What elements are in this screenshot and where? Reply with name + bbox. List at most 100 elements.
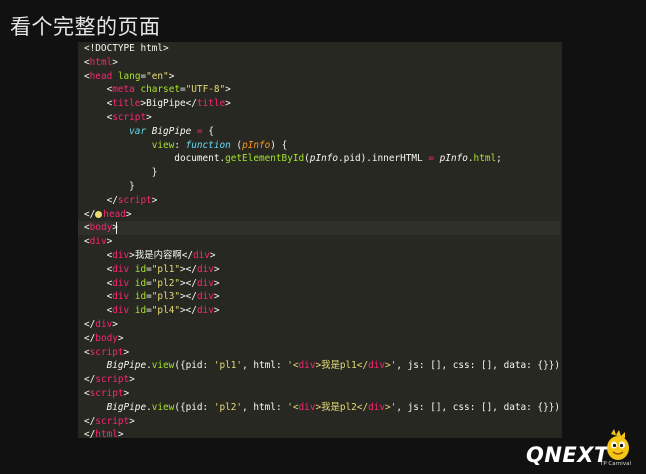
code-token: div [196, 305, 214, 317]
code-line[interactable]: view: function (pInfo) { [78, 139, 560, 153]
code-line[interactable]: <title>BigPipe</title> [78, 97, 560, 111]
code-line[interactable]: BigPipe.view({pid: 'pl2', html: '<div>我是… [78, 401, 560, 415]
code-line[interactable]: <html> [78, 56, 560, 70]
code-line[interactable]: </div> [78, 318, 560, 332]
code-token: BigPipe [106, 401, 147, 413]
code-token: > [117, 332, 124, 344]
code-token: > [225, 98, 231, 110]
code-token: < [84, 305, 113, 317]
code-line[interactable]: </ head> [78, 208, 560, 222]
code-token: "en" [146, 70, 169, 82]
code-token: div [192, 249, 210, 261]
code-token: id [134, 305, 147, 317]
code-line[interactable]: <div id="pl2"></div> [78, 277, 560, 291]
code-line[interactable]: document.getElementById(pInfo.pid).inner… [78, 152, 560, 166]
code-token: , html: [242, 360, 288, 372]
code-line[interactable]: <div>我是内容啊</div> [78, 249, 560, 263]
code-token: ( [230, 139, 243, 151]
code-token: html [95, 429, 118, 438]
code-token: > [213, 291, 220, 303]
code-line[interactable]: <div> [78, 235, 560, 249]
code-token: div [196, 263, 214, 275]
code-token: head [89, 70, 113, 82]
code-line[interactable]: </script> [78, 194, 560, 208]
code-token: div [112, 249, 130, 261]
code-token: </ [84, 318, 96, 330]
code-token: > [225, 84, 231, 96]
code-token: , js: [], css: [], data: {}}) [396, 360, 561, 372]
code-token: > [213, 263, 220, 275]
code-token: } [84, 180, 135, 192]
mascot-logo-icon [607, 429, 629, 460]
code-token: div [95, 318, 113, 330]
code-token: div [112, 291, 130, 303]
code-line[interactable]: <script> [78, 387, 560, 401]
code-token: document. [84, 153, 226, 165]
code-token: </ [84, 208, 96, 220]
code-token: "UTF-8" [185, 84, 226, 96]
code-line[interactable]: BigPipe.view({pid: 'pl1', html: '<div>我是… [78, 359, 560, 373]
code-line[interactable]: <head lang="en"> [78, 70, 560, 84]
code-line[interactable]: <!DOCTYPE html> [78, 42, 560, 56]
code-token: >我是内容啊</ [129, 249, 193, 261]
code-editor[interactable]: <!DOCTYPE html> <html> <head lang="en"> <m… [78, 42, 562, 438]
code-token: ></ [180, 277, 197, 289]
code-token: >我是pl1</ [315, 360, 369, 372]
code-token: BigPipe [106, 360, 147, 372]
code-token: </ [84, 194, 118, 206]
code-line[interactable]: <script> [78, 111, 560, 125]
code-token: view [151, 360, 175, 372]
code-token: title [112, 98, 141, 110]
code-token: ></ [180, 263, 197, 275]
code-token: script [95, 415, 130, 427]
code-line[interactable]: </html> [78, 428, 560, 438]
code-token: "pl4" [151, 305, 181, 317]
code-token: div [196, 277, 214, 289]
code-token: < [84, 98, 113, 110]
code-token: script [89, 387, 124, 399]
code-token: } [84, 167, 158, 179]
code-token: '< [287, 401, 299, 413]
code-token: { [202, 125, 214, 137]
code-token: </ [84, 332, 96, 344]
code-token: view [151, 401, 175, 413]
code-token: , js: [], css: [], data: {}}) [396, 401, 561, 413]
code-token: div [112, 277, 130, 289]
code-token: > [117, 429, 124, 438]
code-line[interactable]: <meta charset="UTF-8"> [78, 83, 560, 97]
code-content[interactable]: <!DOCTYPE html> <html> <head lang="en"> <m… [78, 42, 561, 438]
code-token: </ [84, 415, 96, 427]
code-line[interactable]: </body> [78, 332, 560, 346]
code-token: function [185, 139, 231, 151]
code-token: html [473, 153, 497, 165]
code-token: div [112, 263, 130, 275]
code-token: head [103, 208, 126, 220]
code-line[interactable]: } [78, 180, 560, 194]
code-token: div [298, 401, 316, 413]
code-line[interactable]: } [78, 166, 560, 180]
code-line[interactable]: </script> [78, 415, 560, 429]
code-line[interactable]: <body> [78, 221, 561, 236]
code-token: title [196, 98, 226, 110]
code-token: > [129, 374, 135, 386]
code-token: > [151, 194, 158, 206]
code-line[interactable]: </script> [78, 373, 560, 387]
code-token: view [151, 139, 175, 151]
code-token: > [123, 346, 130, 358]
code-line[interactable]: <div id="pl4"></div> [78, 304, 560, 318]
code-token: script [112, 111, 147, 123]
code-token: >' [385, 360, 397, 372]
code-token: "pl2" [151, 277, 181, 289]
code-token: ></ [180, 291, 197, 303]
code-token: div [112, 305, 130, 317]
code-line[interactable]: <div id="pl3"></div> [78, 290, 560, 304]
code-token: > [112, 56, 118, 68]
code-line[interactable]: <div id="pl1"></div> [78, 263, 560, 277]
code-line[interactable]: var BigPipe = { [78, 125, 560, 139]
code-token: html [89, 56, 113, 68]
code-line[interactable]: <script> [78, 346, 560, 360]
code-token: div [368, 360, 386, 372]
code-token: script [89, 346, 124, 358]
code-token: < [84, 277, 113, 289]
